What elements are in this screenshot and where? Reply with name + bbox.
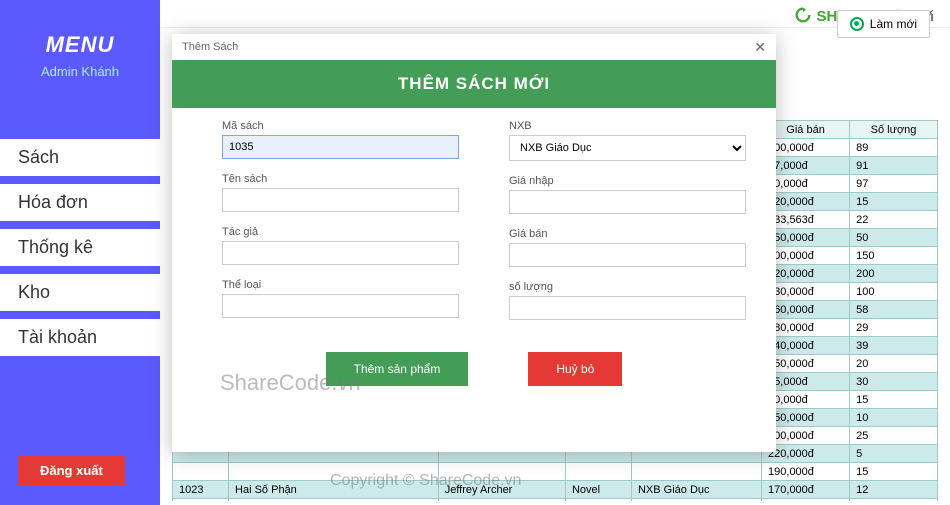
publisher-label: NXB — [509, 120, 746, 132]
table-cell: 170,000đ — [762, 481, 850, 499]
table-cell — [565, 463, 631, 481]
table-cell: 39 — [850, 337, 938, 355]
sidebar-item-books[interactable]: Sách — [0, 139, 160, 176]
table-header[interactable]: Số lượng — [850, 121, 938, 139]
table-cell — [631, 463, 761, 481]
add-product-button[interactable]: Thêm sản phẩm — [326, 352, 469, 386]
table-cell: Novel — [565, 481, 631, 499]
modal-title: THÊM SÁCH MỚI — [172, 60, 776, 108]
table-row[interactable]: 1023Hai Số PhậnJeffrey ArcherNovelNXB Gi… — [173, 481, 938, 499]
code-input[interactable] — [222, 135, 459, 159]
table-cell: 89 — [850, 139, 938, 157]
table-cell: 91 — [850, 157, 938, 175]
add-book-modal: Thêm Sách ✕ THÊM SÁCH MỚI Mã sách Tên sá… — [172, 34, 776, 452]
table-cell: 20 — [850, 355, 938, 373]
table-cell: 200 — [850, 265, 938, 283]
publisher-select[interactable]: NXB Giáo Dục — [509, 135, 746, 161]
table-cell: 190,000đ — [762, 463, 850, 481]
table-cell: Người Đọc — [229, 499, 439, 502]
table-cell: 150 — [850, 247, 938, 265]
table-cell: 22 — [850, 211, 938, 229]
table-cell: 97 — [850, 175, 938, 193]
table-cell — [438, 499, 565, 502]
genre-label: Thể loại — [222, 279, 459, 291]
table-cell: 12 — [850, 481, 938, 499]
table-cell: 15 — [850, 193, 938, 211]
table-cell: 25 — [850, 427, 938, 445]
modal-close-icon[interactable]: ✕ — [754, 39, 766, 56]
sidebar-item-invoices[interactable]: Hóa đơn — [0, 184, 160, 221]
sidebar-item-warehouse[interactable]: Kho — [0, 274, 160, 311]
table-cell: 90,000đ — [762, 499, 850, 502]
current-user: Admin Khánh — [0, 64, 160, 79]
buyprice-label: Giá nhập — [509, 175, 746, 187]
name-label: Tên sách — [222, 173, 459, 185]
sidebar-item-account[interactable]: Tài khoản — [0, 319, 160, 356]
refresh-icon — [850, 17, 864, 31]
table-cell: NXB Giáo Dục — [631, 481, 761, 499]
table-cell — [173, 463, 229, 481]
table-cell: 58 — [850, 301, 938, 319]
table-cell: 18 — [850, 499, 938, 502]
table-cell — [229, 463, 439, 481]
table-cell: Jeffrey Archer — [438, 481, 565, 499]
cancel-button[interactable]: Huỷ bỏ — [528, 352, 622, 386]
table-cell: NXB Trẻ — [631, 499, 761, 502]
quantity-label: số lượng — [509, 281, 746, 293]
author-label: Tác giả — [222, 226, 459, 238]
table-cell: 15 — [850, 463, 938, 481]
refresh-label: Làm mới — [870, 17, 917, 31]
table-cell: 29 — [850, 319, 938, 337]
sellprice-label: Giá bán — [509, 228, 746, 240]
table-cell: 100 — [850, 283, 938, 301]
author-input[interactable] — [222, 241, 459, 265]
recycle-icon — [794, 6, 812, 24]
table-row[interactable]: 1024Người Đọc NXB Trẻ90,000đ18 — [173, 499, 938, 502]
table-cell — [438, 463, 565, 481]
name-input[interactable] — [222, 188, 459, 212]
table-cell: Hai Số Phận — [229, 481, 439, 499]
table-cell — [565, 499, 631, 502]
table-cell: 15 — [850, 391, 938, 409]
table-cell: 1024 — [173, 499, 229, 502]
modal-caption: Thêm Sách — [182, 41, 238, 53]
table-cell: 30 — [850, 373, 938, 391]
table-cell: 5 — [850, 445, 938, 463]
sidebar-item-stats[interactable]: Thống kê — [0, 229, 160, 266]
table-cell: 50 — [850, 229, 938, 247]
table-row[interactable]: 190,000đ15 — [173, 463, 938, 481]
logout-button[interactable]: Đăng xuất — [18, 456, 125, 485]
buyprice-input[interactable] — [509, 190, 746, 214]
code-label: Mã sách — [222, 120, 459, 132]
menu-title: MENU — [0, 32, 160, 58]
genre-input[interactable] — [222, 294, 459, 318]
sellprice-input[interactable] — [509, 243, 746, 267]
refresh-button[interactable]: Làm mới — [837, 10, 930, 38]
table-cell: 10 — [850, 409, 938, 427]
sidebar: MENU Admin Khánh Sách Hóa đơn Thống kê K… — [0, 0, 160, 505]
quantity-input[interactable] — [509, 296, 746, 320]
table-cell: 1023 — [173, 481, 229, 499]
